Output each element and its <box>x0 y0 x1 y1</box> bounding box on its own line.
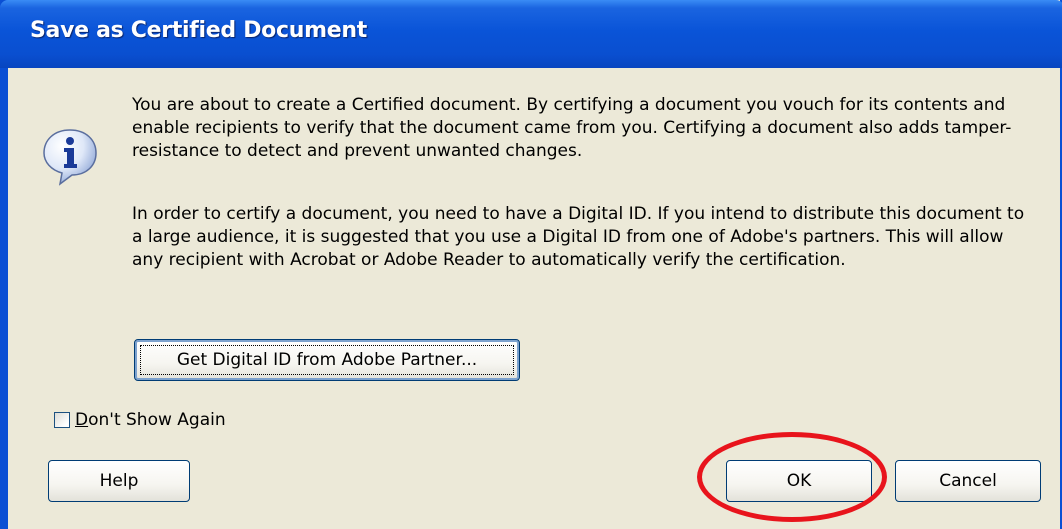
message-paragraph-2: In order to certify a document, you need… <box>132 204 1025 270</box>
dialog-title: Save as Certified Document <box>30 18 367 43</box>
cancel-button-label: Cancel <box>939 471 997 491</box>
help-button[interactable]: Help <box>48 460 190 502</box>
ok-button-label: OK <box>786 471 812 491</box>
certified-document-dialog: Save as Certified Document You are about… <box>0 0 1062 529</box>
dont-show-again-text: on't Show Again <box>88 410 226 430</box>
cancel-button[interactable]: Cancel <box>895 460 1041 502</box>
help-button-label: Help <box>99 471 139 491</box>
dont-show-again-accelerator: D <box>75 410 89 430</box>
get-digital-id-button[interactable]: Get Digital ID from Adobe Partner... <box>134 339 520 381</box>
information-icon <box>43 129 97 186</box>
dont-show-again-option[interactable]: Don't Show Again <box>54 410 226 430</box>
dont-show-again-label[interactable]: Don't Show Again <box>75 410 226 430</box>
ok-button[interactable]: OK <box>726 460 872 502</box>
focus-rectangle <box>140 345 514 375</box>
dont-show-again-checkbox[interactable] <box>54 412 70 428</box>
message-paragraph-1: You are about to create a Certified docu… <box>132 95 1012 161</box>
title-bar[interactable]: Save as Certified Document <box>0 0 1062 68</box>
